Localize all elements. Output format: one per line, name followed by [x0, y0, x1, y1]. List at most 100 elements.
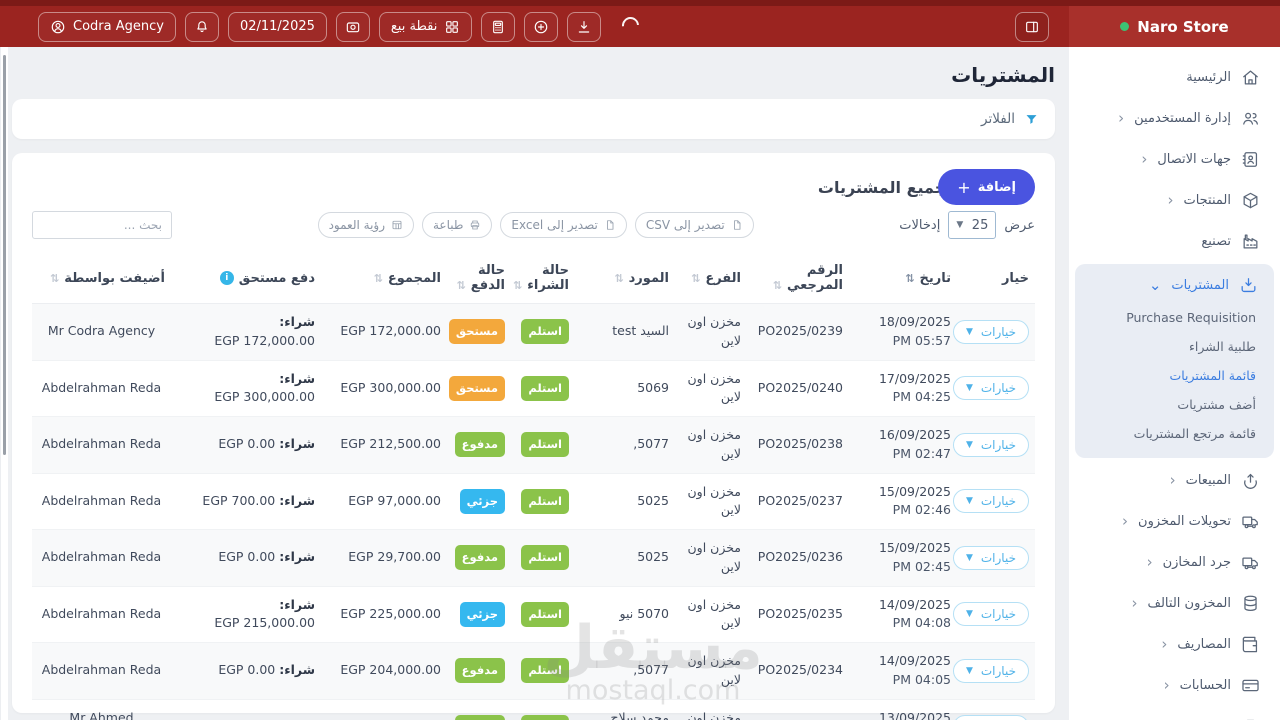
chevron-left-icon: ‹ — [1122, 512, 1129, 530]
sidebar-subitem-3[interactable]: أضف مشتريات — [1083, 390, 1266, 419]
header-payment-status[interactable]: حالة الدفع⇅ — [447, 253, 511, 304]
sort-icon[interactable]: ⇅ — [614, 272, 623, 285]
sidebar-item-purchases[interactable]: المشتريات ⌄ — [1083, 266, 1266, 303]
sidebar-item-expenses[interactable]: المصاريف ‹ — [1069, 624, 1280, 665]
sidebar-item-accounts[interactable]: الحسابات ‹ — [1069, 665, 1280, 706]
date-chip[interactable]: 02/11/2025 — [227, 11, 327, 42]
sidebar-item-damaged-stock[interactable]: المخزون التالف ‹ — [1069, 583, 1280, 624]
sort-icon[interactable]: ⇅ — [691, 272, 700, 285]
truck-icon — [1241, 512, 1260, 531]
header-purchase-status[interactable]: حالة الشراء⇅ — [511, 253, 575, 304]
sidebar-item-stock-transfers[interactable]: تحويلات المخزون ‹ — [1069, 501, 1280, 542]
sidebar-subitem-1[interactable]: طلبية الشراء — [1083, 332, 1266, 361]
date-cell: 16/09/2025PM 02:47 — [878, 427, 951, 461]
entries-select[interactable]: 25 ▼ — [948, 211, 997, 239]
sidebar-item-stocktaking[interactable]: جرد المخازن ‹ — [1069, 542, 1280, 583]
reference-cell: PO2025/0237 — [757, 492, 843, 508]
page-scrollbar[interactable] — [0, 47, 8, 720]
download-button[interactable] — [567, 11, 602, 42]
sort-icon[interactable]: ⇅ — [50, 272, 59, 285]
sidebar-toggle-button[interactable] — [1015, 11, 1049, 42]
printer-icon — [469, 219, 481, 231]
filters-label: الفلاتر — [981, 111, 1015, 127]
panel-toggle-icon — [1024, 19, 1040, 35]
screenshot-button[interactable] — [335, 11, 370, 42]
sidebar: الرئيسية إدارة المستخدمين ‹ جهات الاتصال… — [1069, 47, 1280, 720]
purchase-status-badge: استلم — [521, 488, 569, 514]
sidebar-subitem-4[interactable]: قائمة مرتجع المشتريات — [1083, 419, 1266, 448]
header-total[interactable]: المجموع⇅ — [321, 253, 447, 304]
sidebar-item-products[interactable]: المنتجات ‹ — [1069, 180, 1280, 221]
table-row: خيارات ▼ 18/09/2025PM 05:57 PO2025/0239 م… — [32, 303, 1035, 360]
add-button[interactable]: إضافة + — [938, 169, 1035, 205]
added-by-cell: Abdelrahman Reda — [41, 605, 162, 621]
store-name: Naro Store — [1137, 17, 1229, 36]
account-chip[interactable]: Codra Agency — [38, 11, 176, 42]
search-input[interactable] — [32, 211, 172, 239]
supplier-cell: 5077, — [633, 436, 669, 452]
sidebar-item-contacts[interactable]: جهات الاتصال ‹ — [1069, 139, 1280, 180]
sidebar-subitem-2[interactable]: قائمة المشتريات — [1083, 361, 1266, 390]
header-reference[interactable]: الرقم المرجعي⇅ — [747, 253, 849, 304]
sort-icon[interactable]: ⇅ — [905, 272, 914, 285]
sort-icon[interactable]: ⇅ — [374, 272, 383, 285]
filters-bar[interactable]: الفلاتر — [12, 99, 1055, 139]
added-by-cell: Abdelrahman Reda — [41, 549, 162, 565]
sidebar-item-home[interactable]: الرئيسية — [1069, 57, 1280, 98]
added-by-cell: Abdelrahman Reda — [41, 492, 162, 508]
total-cell: EGP 300,000.00 — [340, 379, 441, 395]
payment-status-cell: جزئي — [447, 586, 511, 643]
total-cell: EGP 212,500.00 — [340, 436, 441, 452]
sidebar-item-user-management[interactable]: إدارة المستخدمين ‹ — [1069, 98, 1280, 139]
row-options-button[interactable]: خيارات▼ — [952, 489, 1029, 514]
calculator-button[interactable] — [481, 11, 516, 42]
database-icon — [1241, 594, 1260, 613]
payment-due-cell: شراء: EGP 172,000.00 — [214, 314, 315, 348]
purchase-status-cell: استلم — [511, 473, 575, 530]
payment-due-cell: شراء: EGP 0.00 — [218, 662, 315, 678]
row-options-button[interactable]: خيارات▼ — [952, 432, 1029, 457]
row-options-button[interactable]: خيارات▼ — [952, 376, 1029, 401]
contacts-icon — [1241, 150, 1260, 169]
header-date[interactable]: تاريخ⇅ — [849, 253, 957, 304]
purchase-status-badge: استلم — [521, 319, 569, 345]
header-payment-due[interactable]: دفع مستحقi — [171, 253, 321, 304]
date-cell: 15/09/2025PM 02:45 — [878, 540, 951, 574]
calculator-icon — [490, 19, 506, 35]
row-options-button[interactable]: خيارات▼ — [952, 319, 1029, 344]
export-excel-button[interactable]: تصدير إلى Excel — [500, 212, 627, 238]
row-options-button[interactable]: خيارات▼ — [952, 715, 1029, 720]
sidebar-subitem-0[interactable]: Purchase Requisition — [1083, 303, 1266, 332]
added-by-cell: Abdelrahman Reda — [41, 662, 162, 678]
pos-button[interactable]: نقطة بيع — [378, 11, 473, 42]
funnel-icon — [1024, 112, 1039, 127]
notifications-button[interactable] — [184, 11, 219, 42]
export-csv-button[interactable]: تصدير إلى CSV — [634, 212, 754, 238]
row-options-button[interactable]: خيارات▼ — [952, 658, 1029, 683]
print-button[interactable]: طباعة — [422, 212, 493, 238]
header-added-by[interactable]: أضيفت بواسطة⇅ — [32, 253, 171, 304]
scrollbar-thumb[interactable] — [3, 55, 6, 455]
sidebar-item-sales[interactable]: المبيعات ‹ — [1069, 460, 1280, 501]
sidebar-item-manufacturing[interactable]: تصنيع — [1069, 221, 1280, 262]
payment-status-cell: مستحق — [447, 360, 511, 417]
date-label: 02/11/2025 — [239, 19, 315, 34]
purchase-status-cell: استلم — [511, 530, 575, 587]
info-icon[interactable]: i — [219, 271, 234, 285]
sort-icon[interactable]: ⇅ — [457, 279, 466, 292]
header-option[interactable]: خيار — [957, 253, 1035, 304]
sort-icon[interactable]: ⇅ — [513, 279, 522, 292]
sort-icon[interactable]: ⇅ — [773, 279, 782, 292]
payment-due-cell: شراء: EGP 0.00 — [218, 549, 315, 565]
header-supplier[interactable]: المورد⇅ — [575, 253, 675, 304]
export-buttons-group: تصدير إلى CSV تصدير إلى Excel طباعة رؤية… — [317, 212, 754, 238]
row-options-button[interactable]: خيارات▼ — [952, 602, 1029, 627]
factory-icon — [1241, 232, 1260, 251]
chevron-down-icon: ▼ — [965, 383, 973, 394]
purchase-status-cell: استلم — [511, 643, 575, 700]
column-visibility-button[interactable]: رؤية العمود — [317, 212, 414, 238]
sidebar-item-accounts-2[interactable]: الحسابات — [1069, 706, 1280, 720]
header-branch[interactable]: الفرع⇅ — [675, 253, 747, 304]
quick-add-button[interactable] — [524, 11, 559, 42]
row-options-button[interactable]: خيارات▼ — [952, 545, 1029, 570]
